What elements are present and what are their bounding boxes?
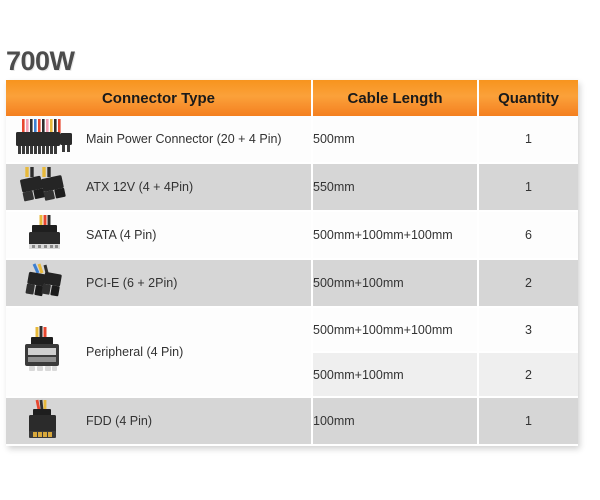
connector-type-label: PCI-E (6 + 2Pin) [86,276,178,290]
quantity-cell: 1 [478,116,578,164]
cable-length-cell: 550mm [312,163,479,212]
connector-cell: ATX 12V (4 + 4Pin) [6,163,313,212]
connector-spec-table: Connector Type Cable Length Quantity Mai… [6,80,578,446]
quantity-cell: 2 [478,259,578,308]
quantity-cell: 6 [478,211,578,260]
connector-cell: FDD (4 Pin) [6,397,313,446]
atx-24pin-connector-icon [6,116,82,162]
connector-type-label: SATA (4 Pin) [86,228,157,242]
table-row: Peripheral (4 Pin) 500mm+100mm+100mm 3 [6,307,578,398]
cable-length-cell: 500mm+100mm [312,259,479,308]
column-header-quantity: Quantity [478,80,578,116]
table-row: PCI-E (6 + 2Pin) 500mm+100mm 2 [6,259,578,308]
atx-12v-8pin-connector-icon [6,164,82,210]
cable-length-cell: 500mm+100mm [312,352,479,398]
table-row: Main Power Connector (20 + 4 Pin) 500mm … [6,116,578,164]
connector-type-label: ATX 12V (4 + 4Pin) [86,180,194,194]
cable-length-cell: 500mm+100mm+100mm [312,211,479,260]
table-header: Connector Type Cable Length Quantity [6,80,578,116]
spec-sheet-page: 700W Connector Type Cable Length Quantit… [0,0,600,500]
connector-cell: PCI-E (6 + 2Pin) [6,259,313,308]
pcie-8pin-connector-icon [6,260,82,306]
table-header-row: Connector Type Cable Length Quantity [6,80,578,116]
table-body: Main Power Connector (20 + 4 Pin) 500mm … [6,116,578,446]
quantity-cell: 3 [478,307,578,353]
connector-type-label: Peripheral (4 Pin) [86,345,184,359]
quantity-cell: 2 [478,352,578,398]
fdd-floppy-connector-icon [6,398,82,444]
connector-cell: Peripheral (4 Pin) [6,307,313,398]
table-row: SATA (4 Pin) 500mm+100mm+100mm 6 [6,211,578,260]
molex-peripheral-connector-icon [6,326,82,375]
table-row: ATX 12V (4 + 4Pin) 550mm 1 [6,163,578,212]
connector-cell: Main Power Connector (20 + 4 Pin) [6,116,313,164]
connector-cell: SATA (4 Pin) [6,211,313,260]
cable-length-cell: 500mm [312,116,479,164]
column-header-connector-type: Connector Type [6,80,313,116]
connector-type-label: FDD (4 Pin) [86,414,152,428]
quantity-cell: 1 [478,163,578,212]
sata-power-connector-icon [6,212,82,258]
cable-length-cell: 100mm [312,397,479,446]
table-row: FDD (4 Pin) 100mm 1 [6,397,578,446]
connector-type-label: Main Power Connector (20 + 4 Pin) [86,132,282,146]
quantity-cell: 1 [478,397,578,446]
page-title: 700W [6,46,75,76]
cable-length-cell: 500mm+100mm+100mm [312,307,479,353]
column-header-cable-length: Cable Length [312,80,479,116]
